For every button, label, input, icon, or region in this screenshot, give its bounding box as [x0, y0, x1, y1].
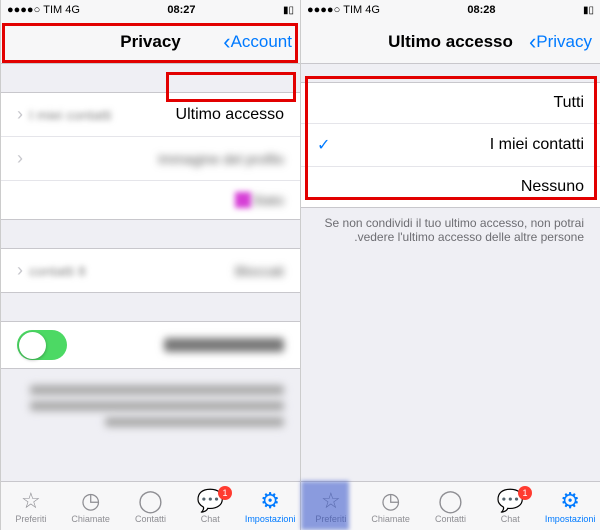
star-icon: ☆ [21, 488, 41, 514]
clock-icon: ◷ [381, 488, 400, 514]
row-bloccati[interactable]: Bloccati 8 contatti ‹ [1, 249, 300, 292]
back-button[interactable]: Privacy › [531, 29, 592, 55]
option-tutti[interactable]: Tutti [301, 83, 600, 124]
row-ultimo-accesso[interactable]: Ultimo accesso I miei contatti ‹ [1, 93, 300, 137]
tab-bar: ☆ Preferiti ◷ Chiamate ◯ Contatti 💬1 Cha… [1, 481, 300, 530]
clock-icon: ◷ [81, 488, 100, 514]
badge: 1 [218, 486, 232, 500]
tab-chiamate[interactable]: ◷ Chiamate [361, 482, 421, 530]
chevron-left-icon: ‹ [17, 148, 23, 169]
battery-icon: ▮▯ [283, 5, 294, 16]
footer-text: Se non condividi il tuo ultimo accesso, … [301, 208, 600, 252]
chevron-right-icon: › [529, 29, 536, 55]
color-blob-icon [235, 192, 251, 208]
nav-bar: Privacy › Ultimo accesso [301, 20, 600, 64]
chat-icon: 💬1 [497, 488, 524, 514]
back-button[interactable]: Account › [225, 29, 292, 55]
tab-chat[interactable]: 💬1 Chat [480, 482, 540, 530]
chat-icon: 💬1 [197, 488, 224, 514]
tab-impostazioni[interactable]: ⚙ Impostazioni [240, 482, 300, 530]
toggle-switch[interactable] [17, 330, 67, 360]
content-area: Tutti I miei contatti ✓ Nessuno Se non c… [301, 64, 600, 481]
tab-preferiti[interactable]: ☆ Preferiti [1, 482, 61, 530]
battery-icon: ▮▯ [583, 5, 594, 16]
content-area: Ultimo accesso I miei contatti ‹ Immagin… [1, 64, 300, 481]
row-immagine[interactable]: Immagine del profilo ‹ [1, 137, 300, 181]
chevron-left-icon: ‹ [17, 260, 23, 281]
page-title: Privacy [120, 32, 181, 52]
page-title: Ultimo accesso [388, 32, 513, 52]
check-icon: ✓ [317, 135, 330, 155]
gear-icon: ⚙ [260, 488, 280, 514]
chevron-right-icon: › [223, 29, 230, 55]
status-bar: ●●●●○ TIM 4G 08:27 ▮▯ [1, 0, 300, 20]
tab-contatti[interactable]: ◯ Contatti [121, 482, 181, 530]
contacts-icon: ◯ [438, 488, 463, 514]
tab-impostazioni[interactable]: ⚙ Impostazioni [540, 482, 600, 530]
badge: 1 [518, 486, 532, 500]
blue-overlay-icon [301, 481, 349, 530]
nav-bar: Account › Privacy [1, 20, 300, 64]
panel-ultimo-accesso: ●●●●○ TIM 4G 08:28 ▮▯ Privacy › Ultimo a… [300, 0, 600, 530]
option-nessuno[interactable]: Nessuno [301, 167, 600, 207]
chevron-left-icon: ‹ [17, 104, 23, 125]
row-toggle[interactable] [1, 321, 300, 369]
status-bar: ●●●●○ TIM 4G 08:28 ▮▯ [301, 0, 600, 20]
contacts-icon: ◯ [138, 488, 163, 514]
tab-chat[interactable]: 💬1 Chat [180, 482, 240, 530]
tab-chiamate[interactable]: ◷ Chiamate [61, 482, 121, 530]
option-contatti[interactable]: I miei contatti ✓ [301, 124, 600, 167]
panel-privacy: ●●●●○ TIM 4G 08:27 ▮▯ Account › Privacy … [0, 0, 300, 530]
tab-contatti[interactable]: ◯ Contatti [421, 482, 481, 530]
row-stato[interactable]: Stato [1, 181, 300, 219]
gear-icon: ⚙ [560, 488, 580, 514]
